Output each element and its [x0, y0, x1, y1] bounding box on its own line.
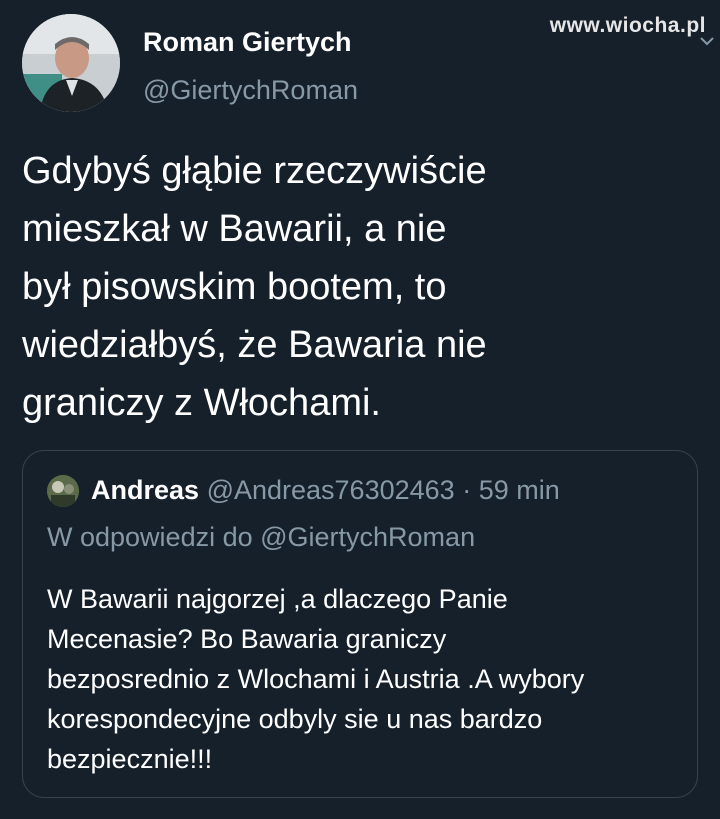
author-name[interactable]: Roman Giertych — [143, 26, 352, 58]
quoted-tweet[interactable]: Andreas @Andreas76302463 · 59 min W odpo… — [22, 450, 698, 798]
quoted-text-line: Mecenasie? Bo Bawaria graniczy — [47, 624, 447, 654]
quoted-text-line: bezpiecznie!!! — [47, 744, 213, 774]
tweet-card: Roman Giertych @GiertychRoman www.wiocha… — [0, 0, 720, 819]
quoted-author-handle[interactable]: @Andreas76302463 — [207, 475, 455, 505]
quoted-text-line: W Bawarii najgorzej ,a dlaczego Panie — [47, 584, 508, 614]
quoted-text: W Bawarii najgorzej ,a dlaczego Panie Me… — [47, 579, 687, 779]
quoted-author-name[interactable]: Andreas — [91, 475, 199, 505]
quoted-header: Andreas @Andreas76302463 · 59 min — [91, 473, 560, 507]
avatar-photo-icon — [47, 475, 79, 507]
meta-separator: · — [462, 475, 472, 505]
tweet-text-line: graniczy z Włochami. — [22, 382, 381, 424]
quoted-text-line: bezposrednio z Wlochami i Austria .A wyb… — [47, 664, 585, 694]
tweet-text-line: mieszkał w Bawarii, a nie — [22, 208, 447, 250]
tweet-text-line: był pisowskim bootem, to — [22, 266, 447, 308]
watermark: www.wiocha.pl — [549, 14, 706, 37]
quoted-timestamp[interactable]: 59 min — [479, 475, 560, 505]
tweet-text: Gdybyś głąbie rzeczywiście mieszkał w Ba… — [22, 142, 662, 432]
avatar-photo-icon — [22, 14, 120, 112]
quoted-text-line: korespondecyjne odbyly sie u nas bardzo — [47, 704, 543, 734]
tweet-text-line: Gdybyś głąbie rzeczywiście — [22, 150, 487, 192]
author-handle[interactable]: @GiertychRoman — [143, 74, 358, 106]
chevron-down-icon[interactable] — [698, 32, 716, 50]
author-avatar[interactable] — [22, 14, 120, 112]
quoted-author-avatar[interactable] — [47, 475, 79, 507]
reply-context[interactable]: W odpowiedzi do @GiertychRoman — [47, 520, 475, 554]
tweet-text-line: wiedziałbyś, że Bawaria nie — [22, 324, 487, 366]
